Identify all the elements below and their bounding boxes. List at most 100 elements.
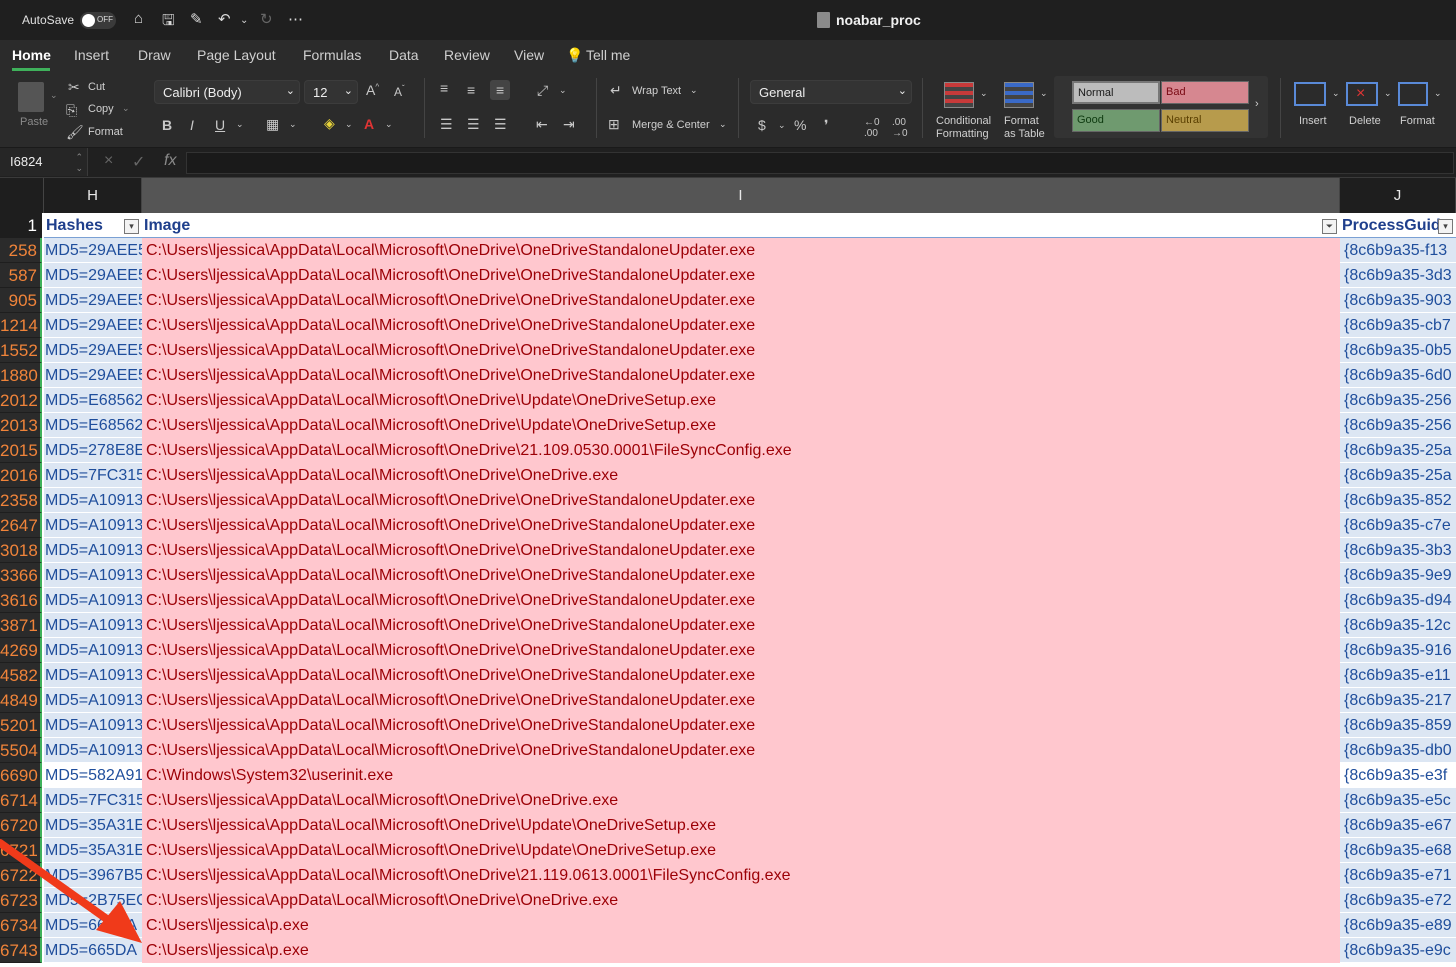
cell-hash[interactable]: MD5=29AEE5 (44, 363, 142, 388)
conditional-formatting-button[interactable]: Conditional Formatting (936, 115, 991, 141)
tab-page-layout[interactable]: Page Layout (197, 47, 276, 63)
cell-process-guid[interactable]: {8c6b9a35-9e9 (1340, 563, 1456, 588)
font-size-select[interactable]: 12 ⌄ (304, 80, 358, 104)
cell-process-guid[interactable]: {8c6b9a35-f13 (1340, 238, 1456, 263)
merge-center-button[interactable]: Merge & Center (632, 119, 710, 131)
cell-image[interactable]: C:\Users\ljessica\AppData\Local\Microsof… (142, 738, 1340, 763)
cell-image[interactable]: C:\Users\ljessica\AppData\Local\Microsof… (142, 463, 1340, 488)
row-number[interactable]: 2013 (0, 413, 42, 438)
format-as-table-icon[interactable] (1004, 82, 1034, 108)
row-number[interactable]: 2015 (0, 438, 42, 463)
format-painter-button[interactable]: Format (88, 126, 123, 138)
format-painter-icon[interactable]: 🖌 (66, 124, 84, 141)
cell-hash[interactable]: MD5=A10913 (44, 538, 142, 563)
paste-dropdown-icon[interactable]: ⌄ (50, 90, 58, 101)
cell-process-guid[interactable]: {8c6b9a35-12c (1340, 613, 1456, 638)
row-number[interactable]: 6690 (0, 763, 42, 788)
cell-image[interactable]: C:\Users\ljessica\AppData\Local\Microsof… (142, 638, 1340, 663)
cell-process-guid[interactable]: {8c6b9a35-852 (1340, 488, 1456, 513)
cell-image[interactable]: C:\Users\ljessica\AppData\Local\Microsof… (142, 538, 1340, 563)
row-number[interactable]: 6722 (0, 863, 42, 888)
underline-dropdown-icon[interactable]: ⌄ (236, 119, 244, 130)
tab-home[interactable]: Home (12, 47, 51, 63)
column-header-h[interactable]: H (44, 178, 142, 213)
font-color-icon[interactable]: A (364, 116, 374, 132)
currency-icon[interactable]: $ (758, 117, 766, 133)
cell-process-guid[interactable]: {8c6b9a35-e5c (1340, 788, 1456, 813)
cell-hash[interactable]: MD5=E68562 (44, 413, 142, 438)
row-number[interactable]: 5504 (0, 738, 42, 763)
row-number[interactable]: 3018 (0, 538, 42, 563)
cell-process-guid[interactable]: {8c6b9a35-25a (1340, 438, 1456, 463)
cell-hash[interactable]: MD5=582A91 (44, 763, 142, 788)
autosave-toggle[interactable]: OFF (80, 12, 116, 29)
cell-hash[interactable]: MD5=A10913 (44, 738, 142, 763)
conditional-formatting-dropdown-icon[interactable]: ⌄ (980, 88, 988, 99)
enter-icon[interactable]: ✓ (132, 152, 145, 172)
wrap-text-button[interactable]: Wrap Text (632, 85, 681, 97)
row-number[interactable]: 2012 (0, 388, 42, 413)
row-number[interactable]: 1214 (0, 313, 42, 338)
cell-process-guid[interactable]: {8c6b9a35-859 (1340, 713, 1456, 738)
orientation-icon[interactable]: ⤢ (537, 82, 548, 99)
copy-dropdown-icon[interactable]: ⌄ (122, 103, 130, 114)
font-color-dropdown-icon[interactable]: ⌄ (385, 119, 393, 130)
cell-process-guid[interactable]: {8c6b9a35-903 (1340, 288, 1456, 313)
row-number[interactable]: 3616 (0, 588, 42, 613)
filter-dropdown-icon[interactable]: ▾ (124, 219, 139, 234)
delete-dropdown-icon[interactable]: ⌄ (1384, 88, 1392, 99)
insert-cells-button[interactable]: Insert (1299, 115, 1327, 127)
name-box-stepper-icon[interactable]: ⌃ ⌄ (75, 152, 83, 174)
format-cells-button[interactable]: Format (1400, 115, 1435, 127)
cell-hash[interactable]: MD5=7FC315 (44, 788, 142, 813)
cell-image[interactable]: C:\Users\ljessica\AppData\Local\Microsof… (142, 413, 1340, 438)
cell-process-guid[interactable]: {8c6b9a35-e3f (1340, 763, 1456, 788)
cell-image[interactable]: C:\Users\ljessica\AppData\Local\Microsof… (142, 663, 1340, 688)
cell-hash[interactable]: MD5=A10913 (44, 563, 142, 588)
cell-image[interactable]: C:\Users\ljessica\AppData\Local\Microsof… (142, 613, 1340, 638)
copy-button[interactable]: Copy (88, 103, 114, 115)
save-icon[interactable]: 🖫 (162, 10, 175, 35)
align-middle-icon[interactable]: ≡ (467, 82, 475, 98)
cell-image[interactable]: C:\Users\ljessica\AppData\Local\Microsof… (142, 863, 1340, 888)
row-number[interactable]: 2016 (0, 463, 42, 488)
cell-process-guid[interactable]: {8c6b9a35-256 (1340, 413, 1456, 438)
row-number[interactable]: 6714 (0, 788, 42, 813)
delete-cells-button[interactable]: Delete (1349, 115, 1381, 127)
increase-font-icon[interactable]: A^ (366, 82, 379, 98)
filter-dropdown-icon[interactable]: ▾ (1438, 219, 1453, 234)
format-dropdown-icon[interactable]: ⌄ (1434, 88, 1442, 99)
tab-draw[interactable]: Draw (138, 47, 171, 63)
cell-image[interactable]: C:\Users\ljessica\AppData\Local\Microsof… (142, 438, 1340, 463)
cell-hash[interactable]: MD5=29AEE5 (44, 313, 142, 338)
row-number[interactable]: 3871 (0, 613, 42, 638)
select-all-corner[interactable] (0, 178, 44, 213)
cell-hash[interactable]: MD5=29AEE5 (44, 263, 142, 288)
tab-tell-me[interactable]: Tell me (586, 47, 630, 63)
redo-icon[interactable]: ↻ (260, 10, 273, 28)
cell-image[interactable]: C:\Users\ljessica\AppData\Local\Microsof… (142, 238, 1340, 263)
cell-process-guid[interactable]: {8c6b9a35-c7e (1340, 513, 1456, 538)
undo-icon[interactable]: ↶ (218, 10, 231, 28)
column-header-i[interactable]: I (142, 178, 1340, 213)
cell-process-guid[interactable]: {8c6b9a35-e68 (1340, 838, 1456, 863)
cell-process-guid[interactable]: {8c6b9a35-3b3 (1340, 538, 1456, 563)
cell-process-guid[interactable]: {8c6b9a35-256 (1340, 388, 1456, 413)
insert-cells-icon[interactable] (1294, 82, 1326, 106)
cell-image[interactable]: C:\Users\ljessica\AppData\Local\Microsof… (142, 513, 1340, 538)
formula-input[interactable] (186, 152, 1454, 174)
merge-center-dropdown-icon[interactable]: ⌄ (719, 119, 727, 130)
cell-hash[interactable]: MD5=3967B5 (44, 863, 142, 888)
align-top-icon[interactable]: ≡ (440, 80, 448, 96)
cell-hash[interactable]: MD5=35A31E (44, 838, 142, 863)
currency-dropdown-icon[interactable]: ⌄ (778, 120, 786, 131)
percent-icon[interactable]: % (794, 117, 806, 133)
cell-process-guid[interactable]: {8c6b9a35-6d0 (1340, 363, 1456, 388)
cell-hash[interactable]: MD5=E68562 (44, 388, 142, 413)
italic-icon[interactable]: I (190, 117, 194, 133)
insert-function-icon[interactable]: fx (164, 152, 176, 170)
borders-dropdown-icon[interactable]: ⌄ (289, 119, 297, 130)
row-number[interactable]: 6723 (0, 888, 42, 913)
align-center-icon[interactable]: ☰ (467, 116, 480, 133)
row-number[interactable]: 587 (0, 263, 42, 288)
